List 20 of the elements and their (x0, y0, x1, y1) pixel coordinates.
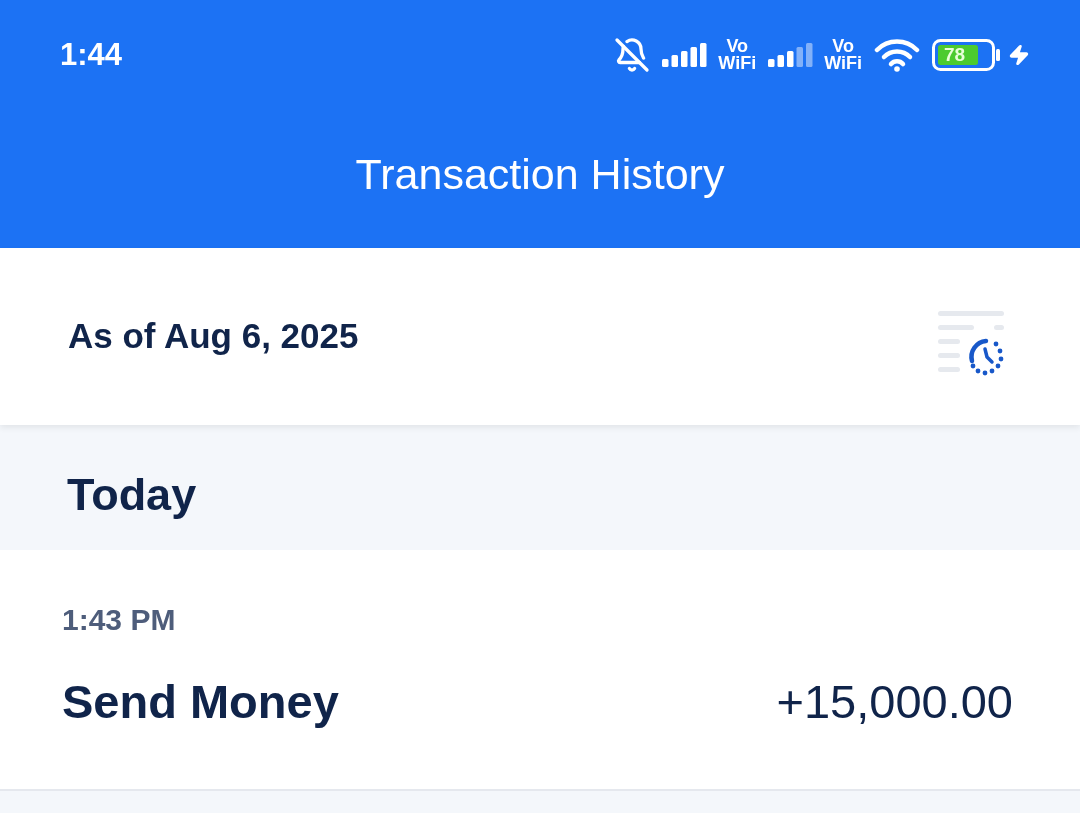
charging-bolt-icon (1008, 44, 1030, 66)
group-heading: Today (67, 467, 197, 522)
wifi-label: WiFi (824, 55, 862, 72)
transaction-row[interactable]: 1:43 PM Send Money +15,000.00 (0, 550, 1080, 791)
wifi-label: WiFi (718, 55, 757, 72)
vo-label: Vo (832, 38, 854, 55)
transaction-time: 1:43 PM (62, 602, 177, 638)
status-time: 1:44 (60, 35, 123, 74)
vo-label: Vo (726, 38, 749, 55)
list-clock-icon[interactable] (936, 310, 1004, 377)
bell-off-icon (614, 37, 651, 73)
transaction-amount: +15,000.00 (776, 674, 1013, 730)
as-of-date: As of Aug 6, 2025 (68, 315, 359, 358)
signal-icon (662, 43, 709, 67)
battery-icon (932, 39, 1002, 71)
transaction-name: Send Money (62, 674, 339, 730)
wifi-icon (874, 38, 920, 72)
battery-percentage: 78 (944, 43, 966, 67)
page-title: Transaction History (355, 148, 725, 200)
signal-icon (768, 43, 815, 67)
